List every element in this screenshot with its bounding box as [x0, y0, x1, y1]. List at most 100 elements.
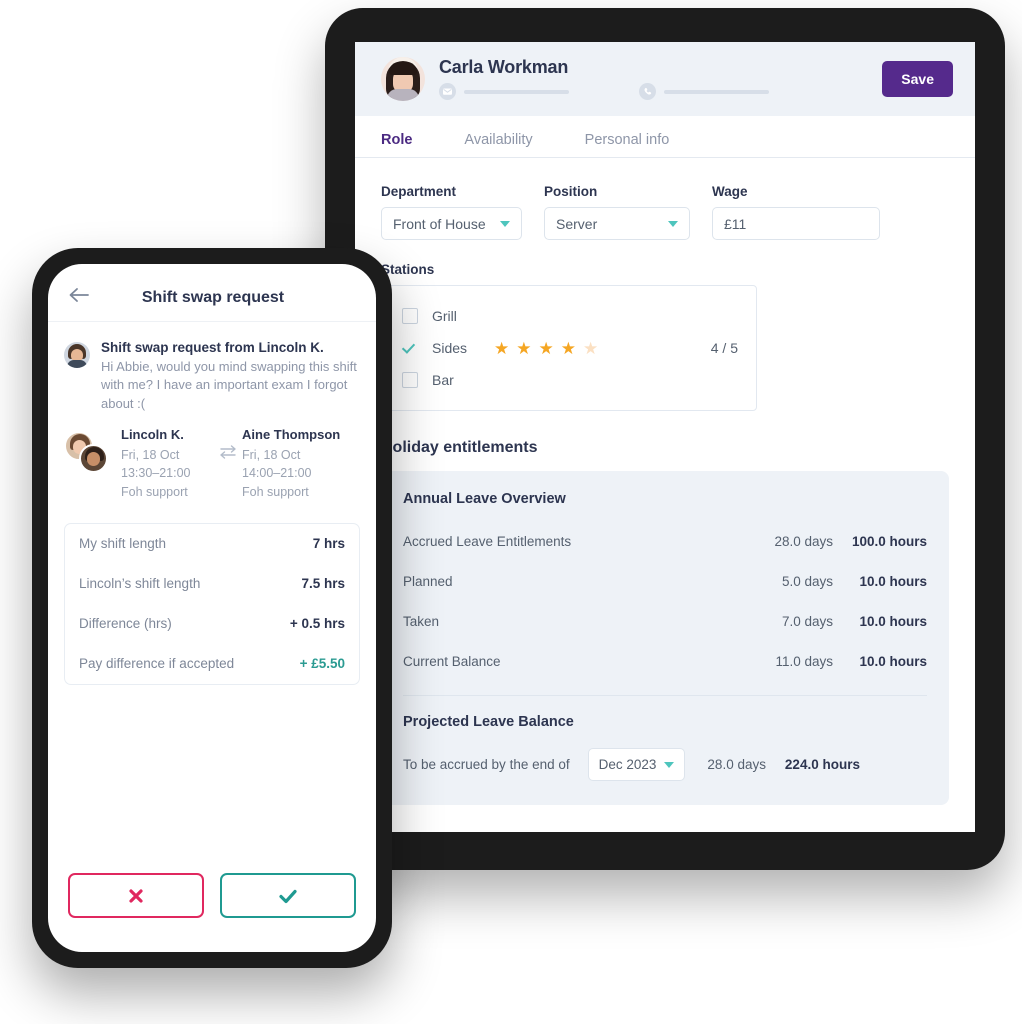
projected-leave-balance-title: Projected Leave Balance	[403, 714, 574, 730]
from-name: Lincoln K.	[121, 427, 184, 443]
request-actions	[48, 873, 376, 952]
detail-label: Lincoln’s shift length	[79, 576, 201, 592]
screenshot-stage: Carla Workman Save Role Availability Per…	[0, 0, 1022, 1024]
leave-days: 11.0 days	[775, 653, 833, 669]
request-message: Shift swap request from Lincoln K. Hi Ab…	[48, 322, 376, 419]
department-select[interactable]: Front of House	[381, 207, 522, 240]
tab-availability[interactable]: Availability	[464, 132, 532, 157]
phone-bar	[664, 89, 769, 94]
leave-days: 5.0 days	[781, 573, 833, 589]
phone-icon	[639, 83, 656, 100]
shift-swap-request-screen: Shift swap request Shift swap request fr…	[48, 264, 376, 952]
profile-identity: Carla Workman	[439, 58, 769, 100]
detail-label: My shift length	[79, 536, 167, 552]
month-select[interactable]: Dec 2023	[587, 748, 686, 781]
to-name: Aine Thompson	[242, 427, 341, 443]
tab-role[interactable]: Role	[381, 132, 412, 157]
from-time: 13:30–21:00	[121, 466, 191, 481]
table-row: Accrued Leave Entitlements 28.0 days 100…	[403, 521, 927, 561]
shift-from: Lincoln K. Fri, 18 Oct 13:30–21:00 Foh s…	[121, 427, 214, 500]
table-row: Current Balance 11.0 days 10.0 hours	[403, 641, 927, 681]
station-checkbox-bar[interactable]	[402, 372, 418, 388]
star-icon[interactable]: ★	[494, 340, 509, 357]
role-tab-content: Department Front of House Position Serve…	[355, 158, 975, 805]
star-icon[interactable]: ★	[561, 340, 576, 357]
star-icon-empty[interactable]: ★	[583, 340, 598, 357]
avatar	[79, 444, 108, 474]
message-title: Shift swap request from Lincoln K.	[101, 340, 324, 355]
to-role: Foh support	[242, 484, 309, 499]
leave-label: Accrued Leave Entitlements	[403, 533, 572, 549]
star-icon[interactable]: ★	[516, 340, 531, 357]
profile-tabs: Role Availability Personal info	[355, 116, 975, 158]
station-rating-stars[interactable]: ★ ★ ★ ★ ★	[494, 340, 598, 357]
position-select[interactable]: Server	[544, 207, 690, 240]
leave-days: 7.0 days	[781, 613, 833, 629]
phone-title: Shift swap request	[141, 288, 285, 306]
chevron-down-icon	[664, 761, 675, 768]
chevron-down-icon	[500, 220, 510, 227]
shift-comparison: Lincoln K. Fri, 18 Oct 13:30–21:00 Foh s…	[48, 419, 376, 518]
wage-field: Wage £11	[712, 184, 880, 240]
star-icon[interactable]: ★	[539, 340, 554, 357]
page-title: Carla Workman	[439, 57, 569, 77]
leave-hours: 100.0 hours	[851, 533, 927, 549]
detail-value: + 0.5 hrs	[289, 616, 345, 632]
email-contact	[439, 83, 569, 100]
back-arrow-icon[interactable]	[68, 287, 90, 308]
divider	[403, 695, 927, 696]
wage-label: Wage	[712, 184, 748, 199]
department-field: Department Front of House	[381, 184, 522, 240]
envelope-icon	[439, 83, 456, 100]
station-name: Grill	[432, 308, 457, 324]
detail-value: 7.5 hrs	[301, 576, 345, 592]
station-row-sides[interactable]: Sides ★ ★ ★ ★ ★ 4 / 5	[382, 332, 756, 364]
station-checkbox-sides[interactable]	[402, 340, 418, 356]
profile-header: Carla Workman Save	[355, 42, 975, 116]
avatar	[381, 57, 425, 101]
station-score: 4 / 5	[710, 340, 738, 356]
wage-input[interactable]: £11	[712, 207, 880, 240]
detail-value: 7 hrs	[312, 536, 345, 552]
position-value: Server	[556, 215, 598, 232]
station-row-grill[interactable]: Grill	[382, 300, 756, 332]
phone-header: Shift swap request	[48, 264, 376, 322]
stations-label: Stations	[381, 262, 435, 277]
department-value: Front of House	[393, 215, 486, 232]
swap-arrows-icon	[214, 427, 242, 460]
employee-profile-card: Carla Workman Save Role Availability Per…	[355, 42, 975, 832]
check-icon	[279, 889, 297, 903]
cross-icon	[129, 888, 143, 903]
tab-personal-info[interactable]: Personal info	[585, 132, 670, 157]
avatar	[64, 342, 90, 368]
list-item: Pay difference if accepted + £5.50	[65, 644, 359, 684]
leave-hours: 10.0 hours	[859, 653, 927, 669]
reject-button[interactable]	[68, 873, 204, 918]
projected-balance-row: To be accrued by the end of Dec 2023 28.…	[403, 748, 927, 781]
projected-label: To be accrued by the end of	[403, 757, 570, 772]
list-item: Difference (hrs) + 0.5 hrs	[65, 604, 359, 644]
detail-value: + £5.50	[299, 656, 345, 672]
leave-days: 28.0 days	[774, 533, 833, 549]
from-date: Fri, 18 Oct	[121, 448, 180, 463]
shift-details-card: My shift length 7 hrs Lincoln’s shift le…	[64, 522, 360, 685]
holiday-entitlements-card: Annual Leave Overview Accrued Leave Enti…	[381, 471, 949, 805]
message-text: Shift swap request from Lincoln K. Hi Ab…	[101, 340, 360, 413]
accept-button[interactable]	[220, 873, 356, 918]
save-button[interactable]: Save	[882, 61, 953, 97]
list-item: Lincoln’s shift length 7.5 hrs	[65, 564, 359, 604]
station-row-bar[interactable]: Bar	[382, 364, 756, 396]
contact-placeholders	[439, 83, 769, 100]
station-name: Bar	[432, 372, 454, 388]
station-checkbox-grill[interactable]	[402, 308, 418, 324]
station-name: Sides	[432, 340, 468, 356]
month-value: Dec 2023	[598, 757, 657, 772]
shift-to: Aine Thompson Fri, 18 Oct 14:00–21:00 Fo…	[242, 427, 344, 500]
projected-days: 28.0 days	[707, 757, 766, 772]
table-row: Planned 5.0 days 10.0 hours	[403, 561, 927, 601]
to-date: Fri, 18 Oct	[242, 448, 301, 463]
stations-list: Grill Sides ★ ★ ★ ★ ★ 4 / 5 Bar	[381, 285, 757, 411]
table-row: Taken 7.0 days 10.0 hours	[403, 601, 927, 641]
list-item: My shift length 7 hrs	[65, 524, 359, 564]
leave-hours: 10.0 hours	[859, 573, 927, 589]
